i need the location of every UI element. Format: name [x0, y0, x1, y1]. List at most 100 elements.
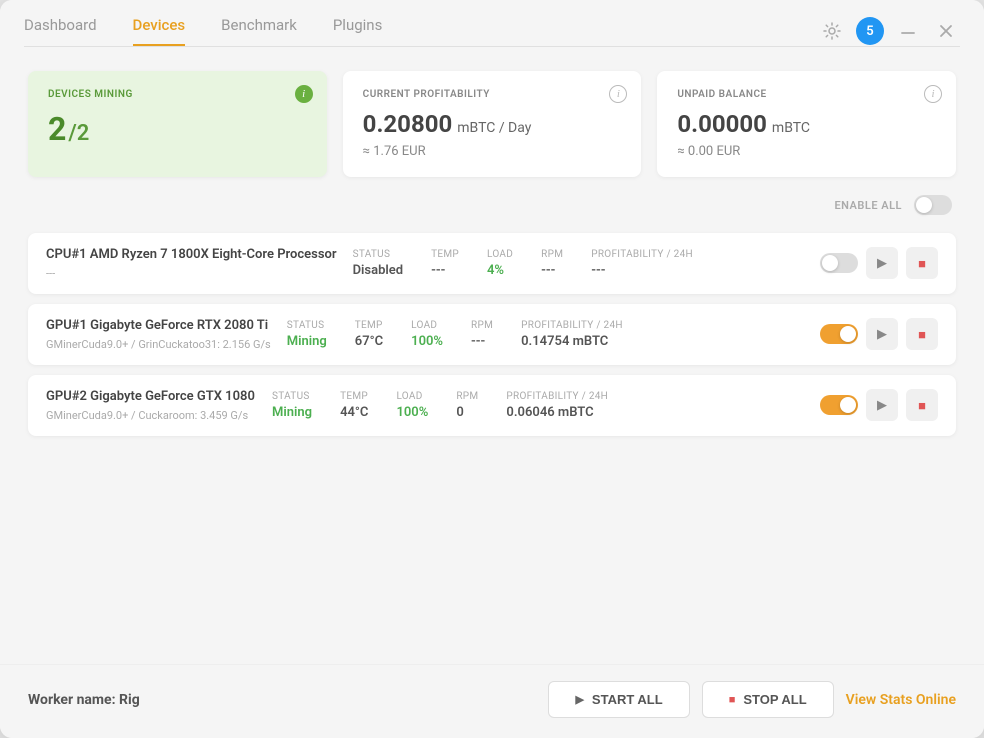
stat-profit-2: Profitability / 24h 0.06046 mBTC — [506, 391, 608, 420]
titlebar: Dashboard Devices Benchmark Plugins 5 — [0, 0, 984, 46]
table-row: CPU#1 AMD Ryzen 7 1800X Eight-Core Proce… — [28, 233, 956, 294]
tab-plugins[interactable]: Plugins — [333, 16, 382, 46]
stat-temp-2: Temp 44°C — [340, 391, 368, 420]
device-controls-1: ▶ ■ — [820, 318, 938, 350]
worker-name-value: Rig — [119, 692, 140, 708]
stat-load-0: Load 4% — [487, 249, 513, 278]
stop-all-label: STOP ALL — [743, 692, 806, 707]
device-play-2[interactable]: ▶ — [866, 389, 898, 421]
close-icon[interactable] — [932, 17, 960, 45]
profitability-info-icon[interactable]: i — [609, 85, 627, 103]
tab-benchmark[interactable]: Benchmark — [221, 16, 297, 46]
table-row: GPU#2 Gigabyte GeForce GTX 1080 GMinerCu… — [28, 375, 956, 436]
stat-profit-0: Profitability / 24h --- — [591, 249, 693, 278]
unpaid-value: 0.00000 — [677, 110, 767, 138]
load-label-0: Load — [487, 249, 513, 260]
tab-devices[interactable]: Devices — [133, 16, 186, 46]
minimize-icon[interactable] — [894, 17, 922, 45]
device-toggle-2[interactable] — [820, 395, 858, 415]
rpm-value-2: 0 — [456, 405, 478, 420]
profit-value-0: --- — [591, 263, 693, 278]
device-stop-0[interactable]: ■ — [906, 247, 938, 279]
device-play-0[interactable]: ▶ — [866, 247, 898, 279]
profit-value-1: 0.14754 mBTC — [521, 334, 623, 349]
temp-value-0: --- — [431, 263, 459, 278]
device-stop-1[interactable]: ■ — [906, 318, 938, 350]
status-value-0: Disabled — [353, 263, 404, 278]
stat-load-2: Load 100% — [396, 391, 428, 420]
table-row: GPU#1 Gigabyte GeForce RTX 2080 Ti GMine… — [28, 304, 956, 365]
unpaid-card: i UNPAID BALANCE 0.00000 mBTC ≈ 0.00 EUR — [657, 71, 956, 177]
footer: Worker name: Rig ▶ START ALL ■ STOP ALL … — [0, 664, 984, 738]
stats-row: i DEVICES MINING 2 /2 i CURRENT PROFITAB… — [28, 71, 956, 177]
devices-mining-info-icon[interactable]: i — [295, 85, 313, 103]
temp-value-2: 44°C — [340, 405, 368, 420]
start-all-label: START ALL — [592, 692, 663, 707]
temp-label-1: Temp — [355, 320, 383, 331]
enable-all-row: ENABLE ALL — [28, 195, 956, 215]
device-play-1[interactable]: ▶ — [866, 318, 898, 350]
main-content: i DEVICES MINING 2 /2 i CURRENT PROFITAB… — [0, 47, 984, 664]
view-stats-link[interactable]: View Stats Online — [846, 692, 956, 708]
worker-label: Worker name: — [28, 692, 116, 708]
window-controls: 5 — [818, 17, 960, 45]
profitability-sub: ≈ 1.76 EUR — [363, 144, 622, 159]
stop-all-button[interactable]: ■ STOP ALL — [702, 681, 834, 718]
profitability-label: CURRENT PROFITABILITY — [363, 89, 622, 100]
enable-all-toggle[interactable] — [914, 195, 952, 215]
devices-mining-value: 2 — [48, 110, 66, 148]
load-label-2: Load — [396, 391, 428, 402]
stat-profit-1: Profitability / 24h 0.14754 mBTC — [521, 320, 623, 349]
load-value-0: 4% — [487, 263, 513, 278]
footer-buttons: ▶ START ALL ■ STOP ALL View Stats Online — [548, 681, 956, 718]
worker-name-area: Worker name: Rig — [28, 692, 140, 708]
status-value-1: Mining — [287, 334, 327, 349]
device-sub-0: --- — [46, 267, 337, 280]
rpm-label-2: RPM — [456, 391, 478, 402]
device-info-2: GPU#2 Gigabyte GeForce GTX 1080 GMinerCu… — [46, 389, 256, 422]
device-name-2: GPU#2 Gigabyte GeForce GTX 1080 — [46, 389, 256, 406]
settings-icon[interactable] — [818, 17, 846, 45]
devices-list: CPU#1 AMD Ryzen 7 1800X Eight-Core Proce… — [28, 233, 956, 436]
stat-status-0: Status Disabled — [353, 249, 404, 278]
notification-badge[interactable]: 5 — [856, 17, 884, 45]
device-stop-2[interactable]: ■ — [906, 389, 938, 421]
device-toggle-1[interactable] — [820, 324, 858, 344]
stat-status-1: Status Mining — [287, 320, 327, 349]
play-icon: ▶ — [575, 693, 583, 706]
temp-value-1: 67°C — [355, 334, 383, 349]
device-info-0: CPU#1 AMD Ryzen 7 1800X Eight-Core Proce… — [46, 247, 337, 280]
unpaid-unit: mBTC — [772, 120, 810, 136]
status-label-0: Status — [353, 249, 404, 260]
temp-label-2: Temp — [340, 391, 368, 402]
stat-load-1: Load 100% — [411, 320, 443, 349]
start-all-button[interactable]: ▶ START ALL — [548, 681, 689, 718]
device-name-1: GPU#1 Gigabyte GeForce RTX 2080 Ti — [46, 318, 271, 335]
tab-dashboard[interactable]: Dashboard — [24, 16, 97, 46]
devices-mining-denom: /2 — [68, 121, 89, 146]
profitability-value: 0.20800 — [363, 110, 453, 138]
unpaid-label: UNPAID BALANCE — [677, 89, 936, 100]
status-value-2: Mining — [272, 405, 312, 420]
device-sub-1: GMinerCuda9.0+ / GrinCuckatoo31: 2.156 G… — [46, 338, 271, 351]
profit-label-2: Profitability / 24h — [506, 391, 608, 402]
profit-value-2: 0.06046 mBTC — [506, 405, 608, 420]
device-stats-2: Status Mining Temp 44°C Load 100% RPM 0 — [272, 391, 804, 420]
app-window: Dashboard Devices Benchmark Plugins 5 — [0, 0, 984, 738]
device-toggle-0[interactable] — [820, 253, 858, 273]
device-sub-2: GMinerCuda9.0+ / Cuckaroom: 3.459 G/s — [46, 409, 256, 422]
device-controls-0: ▶ ■ — [820, 247, 938, 279]
load-value-1: 100% — [411, 334, 443, 349]
unpaid-sub: ≈ 0.00 EUR — [677, 144, 936, 159]
profit-label-0: Profitability / 24h — [591, 249, 693, 260]
status-label-2: Status — [272, 391, 312, 402]
load-value-2: 100% — [396, 405, 428, 420]
rpm-label-0: RPM — [541, 249, 563, 260]
stat-rpm-1: RPM --- — [471, 320, 493, 349]
mining-fraction: 2 /2 — [48, 110, 307, 148]
rpm-value-0: --- — [541, 263, 563, 278]
unpaid-info-icon[interactable]: i — [924, 85, 942, 103]
profitability-unit: mBTC / Day — [457, 120, 531, 136]
stat-temp-1: Temp 67°C — [355, 320, 383, 349]
stat-temp-0: Temp --- — [431, 249, 459, 278]
